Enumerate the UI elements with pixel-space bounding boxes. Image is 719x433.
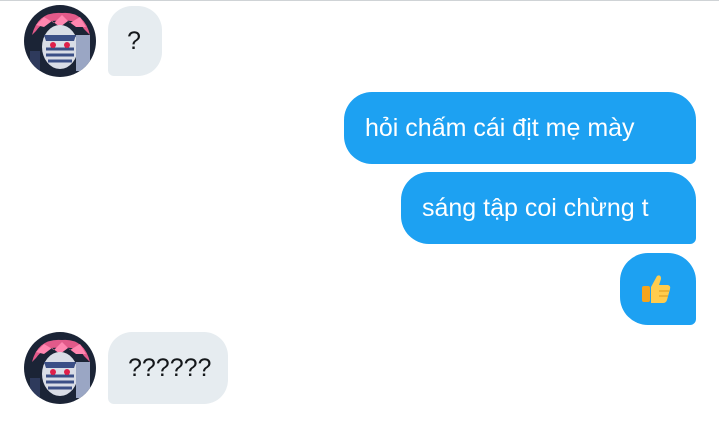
message-bubble-sent-emoji[interactable] — [620, 253, 696, 325]
top-divider — [0, 0, 719, 1]
message-text: sáng tập coi chừng t — [422, 194, 649, 222]
message-bubble-received[interactable]: ? — [108, 6, 162, 76]
sender-avatar[interactable] — [24, 5, 96, 77]
avatar-image — [24, 5, 96, 77]
message-text: ? — [127, 27, 141, 55]
message-bubble-sent[interactable]: sáng tập coi chừng t — [401, 172, 696, 244]
thumbs-up-icon — [639, 272, 673, 306]
avatar-image — [24, 332, 96, 404]
message-bubble-sent[interactable]: hỏi chấm cái địt mẹ mày — [344, 92, 696, 164]
message-text: hỏi chấm cái địt mẹ mày — [365, 114, 635, 142]
message-bubble-received[interactable]: ?????? — [108, 332, 228, 404]
sender-avatar[interactable] — [24, 332, 96, 404]
message-text: ?????? — [128, 354, 212, 382]
